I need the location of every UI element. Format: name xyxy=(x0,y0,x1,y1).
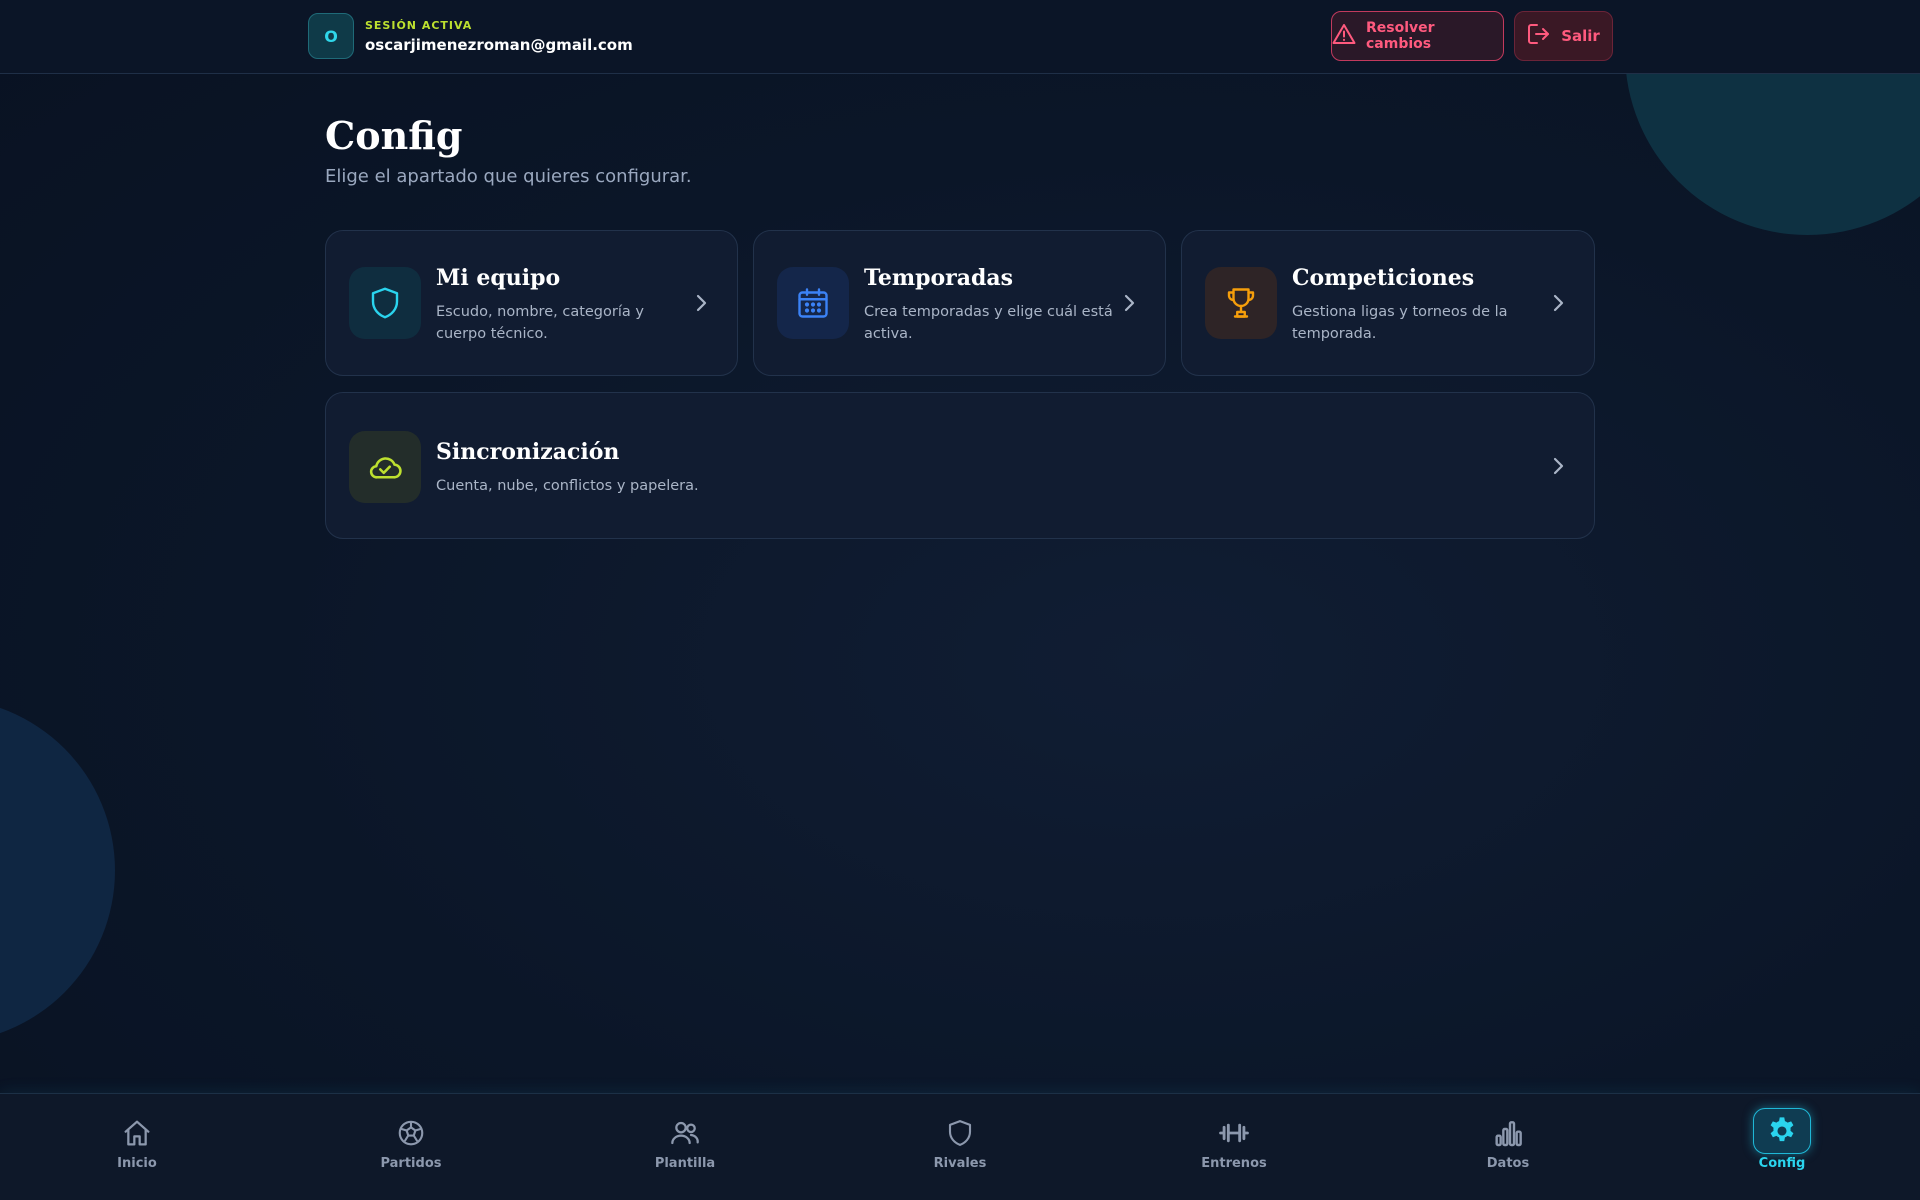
config-card-competitions[interactable]: Competiciones Gestiona ligas y torneos d… xyxy=(1181,230,1595,376)
nav-label: Plantilla xyxy=(654,1156,716,1171)
nav-label: Entrenos xyxy=(1201,1156,1267,1171)
logout-label: Salir xyxy=(1561,27,1600,45)
logout-button[interactable]: Salir xyxy=(1514,11,1613,61)
nav-item-plantilla[interactable]: Plantilla xyxy=(630,1114,740,1184)
card-description-line: Cuenta, nube, conflictos y papelera. xyxy=(436,478,699,494)
bar-chart-icon xyxy=(1489,1114,1527,1152)
chevron-right-icon xyxy=(696,294,707,312)
card-description: Gestiona ligas y torneos de la temporada… xyxy=(1292,301,1508,345)
resolve-changes-label: Resolver cambios xyxy=(1366,20,1435,52)
decorative-circle-bottom-left xyxy=(0,698,115,1043)
soccer-ball-icon xyxy=(392,1114,430,1152)
nav-item-partidos[interactable]: Partidos xyxy=(356,1114,466,1184)
bottom-nav: Inicio Partidos Plantilla Rivales Entren… xyxy=(0,1093,1920,1200)
card-description: Crea temporadas y elige cuál está activa… xyxy=(864,301,1113,345)
gear-icon xyxy=(1753,1108,1811,1154)
card-title: Temporadas xyxy=(864,265,1014,291)
avatar-initial: O xyxy=(324,26,338,46)
chevron-right-icon xyxy=(1124,294,1135,312)
card-description-line: activa. xyxy=(864,326,913,342)
dumbbell-icon xyxy=(1215,1114,1253,1152)
warning-icon xyxy=(1332,23,1356,49)
nav-label: Datos xyxy=(1486,1156,1530,1171)
config-card-sync[interactable]: Sincronización Cuenta, nube, conflictos … xyxy=(325,392,1595,539)
avatar[interactable]: O xyxy=(308,13,354,59)
logout-icon xyxy=(1527,23,1551,49)
card-description-line: cuerpo técnico. xyxy=(436,326,548,342)
page-title: Config xyxy=(325,113,463,158)
nav-label: Rivales xyxy=(933,1156,987,1171)
users-icon xyxy=(666,1114,704,1152)
chevron-right-icon xyxy=(1553,457,1564,475)
card-description-line: temporada. xyxy=(1292,326,1377,342)
app-root: O SESIÓN ACTIVA oscarjimenezroman@gmail.… xyxy=(0,0,1920,1200)
shield-icon xyxy=(941,1114,979,1152)
nav-item-inicio[interactable]: Inicio xyxy=(82,1114,192,1184)
nav-label: Inicio xyxy=(117,1156,157,1171)
nav-label: Config xyxy=(1758,1156,1806,1171)
card-description-line: Escudo, nombre, categoría y xyxy=(436,304,644,320)
card-description-line: Crea temporadas y elige cuál está xyxy=(864,304,1113,320)
cloud-check-icon xyxy=(349,431,421,503)
card-title: Competiciones xyxy=(1292,265,1475,291)
nav-label: Partidos xyxy=(380,1156,442,1171)
nav-item-entrenos[interactable]: Entrenos xyxy=(1179,1114,1289,1184)
chevron-right-icon xyxy=(1553,294,1564,312)
top-header: O SESIÓN ACTIVA oscarjimenezroman@gmail.… xyxy=(0,0,1920,74)
resolve-changes-button[interactable]: Resolver cambios xyxy=(1331,11,1504,61)
card-title: Sincronización xyxy=(436,439,620,465)
session-email: oscarjimenezroman@gmail.com xyxy=(365,36,633,54)
card-description: Cuenta, nube, conflictos y papelera. xyxy=(436,475,699,497)
config-card-team[interactable]: Mi equipo Escudo, nombre, categoría y cu… xyxy=(325,230,738,376)
nav-item-datos[interactable]: Datos xyxy=(1453,1114,1563,1184)
card-description-line: Gestiona ligas y torneos de la xyxy=(1292,304,1508,320)
home-icon xyxy=(118,1114,156,1152)
card-description: Escudo, nombre, categoría y cuerpo técni… xyxy=(436,301,644,345)
nav-item-rivales[interactable]: Rivales xyxy=(905,1114,1015,1184)
page-subtitle: Elige el apartado que quieres configurar… xyxy=(325,166,692,187)
session-status-label: SESIÓN ACTIVA xyxy=(365,19,473,32)
config-card-seasons[interactable]: Temporadas Crea temporadas y elige cuál … xyxy=(753,230,1166,376)
calendar-icon xyxy=(777,267,849,339)
card-title: Mi equipo xyxy=(436,265,561,291)
shield-icon xyxy=(349,267,421,339)
trophy-icon xyxy=(1205,267,1277,339)
nav-item-config[interactable]: Config xyxy=(1727,1108,1837,1184)
